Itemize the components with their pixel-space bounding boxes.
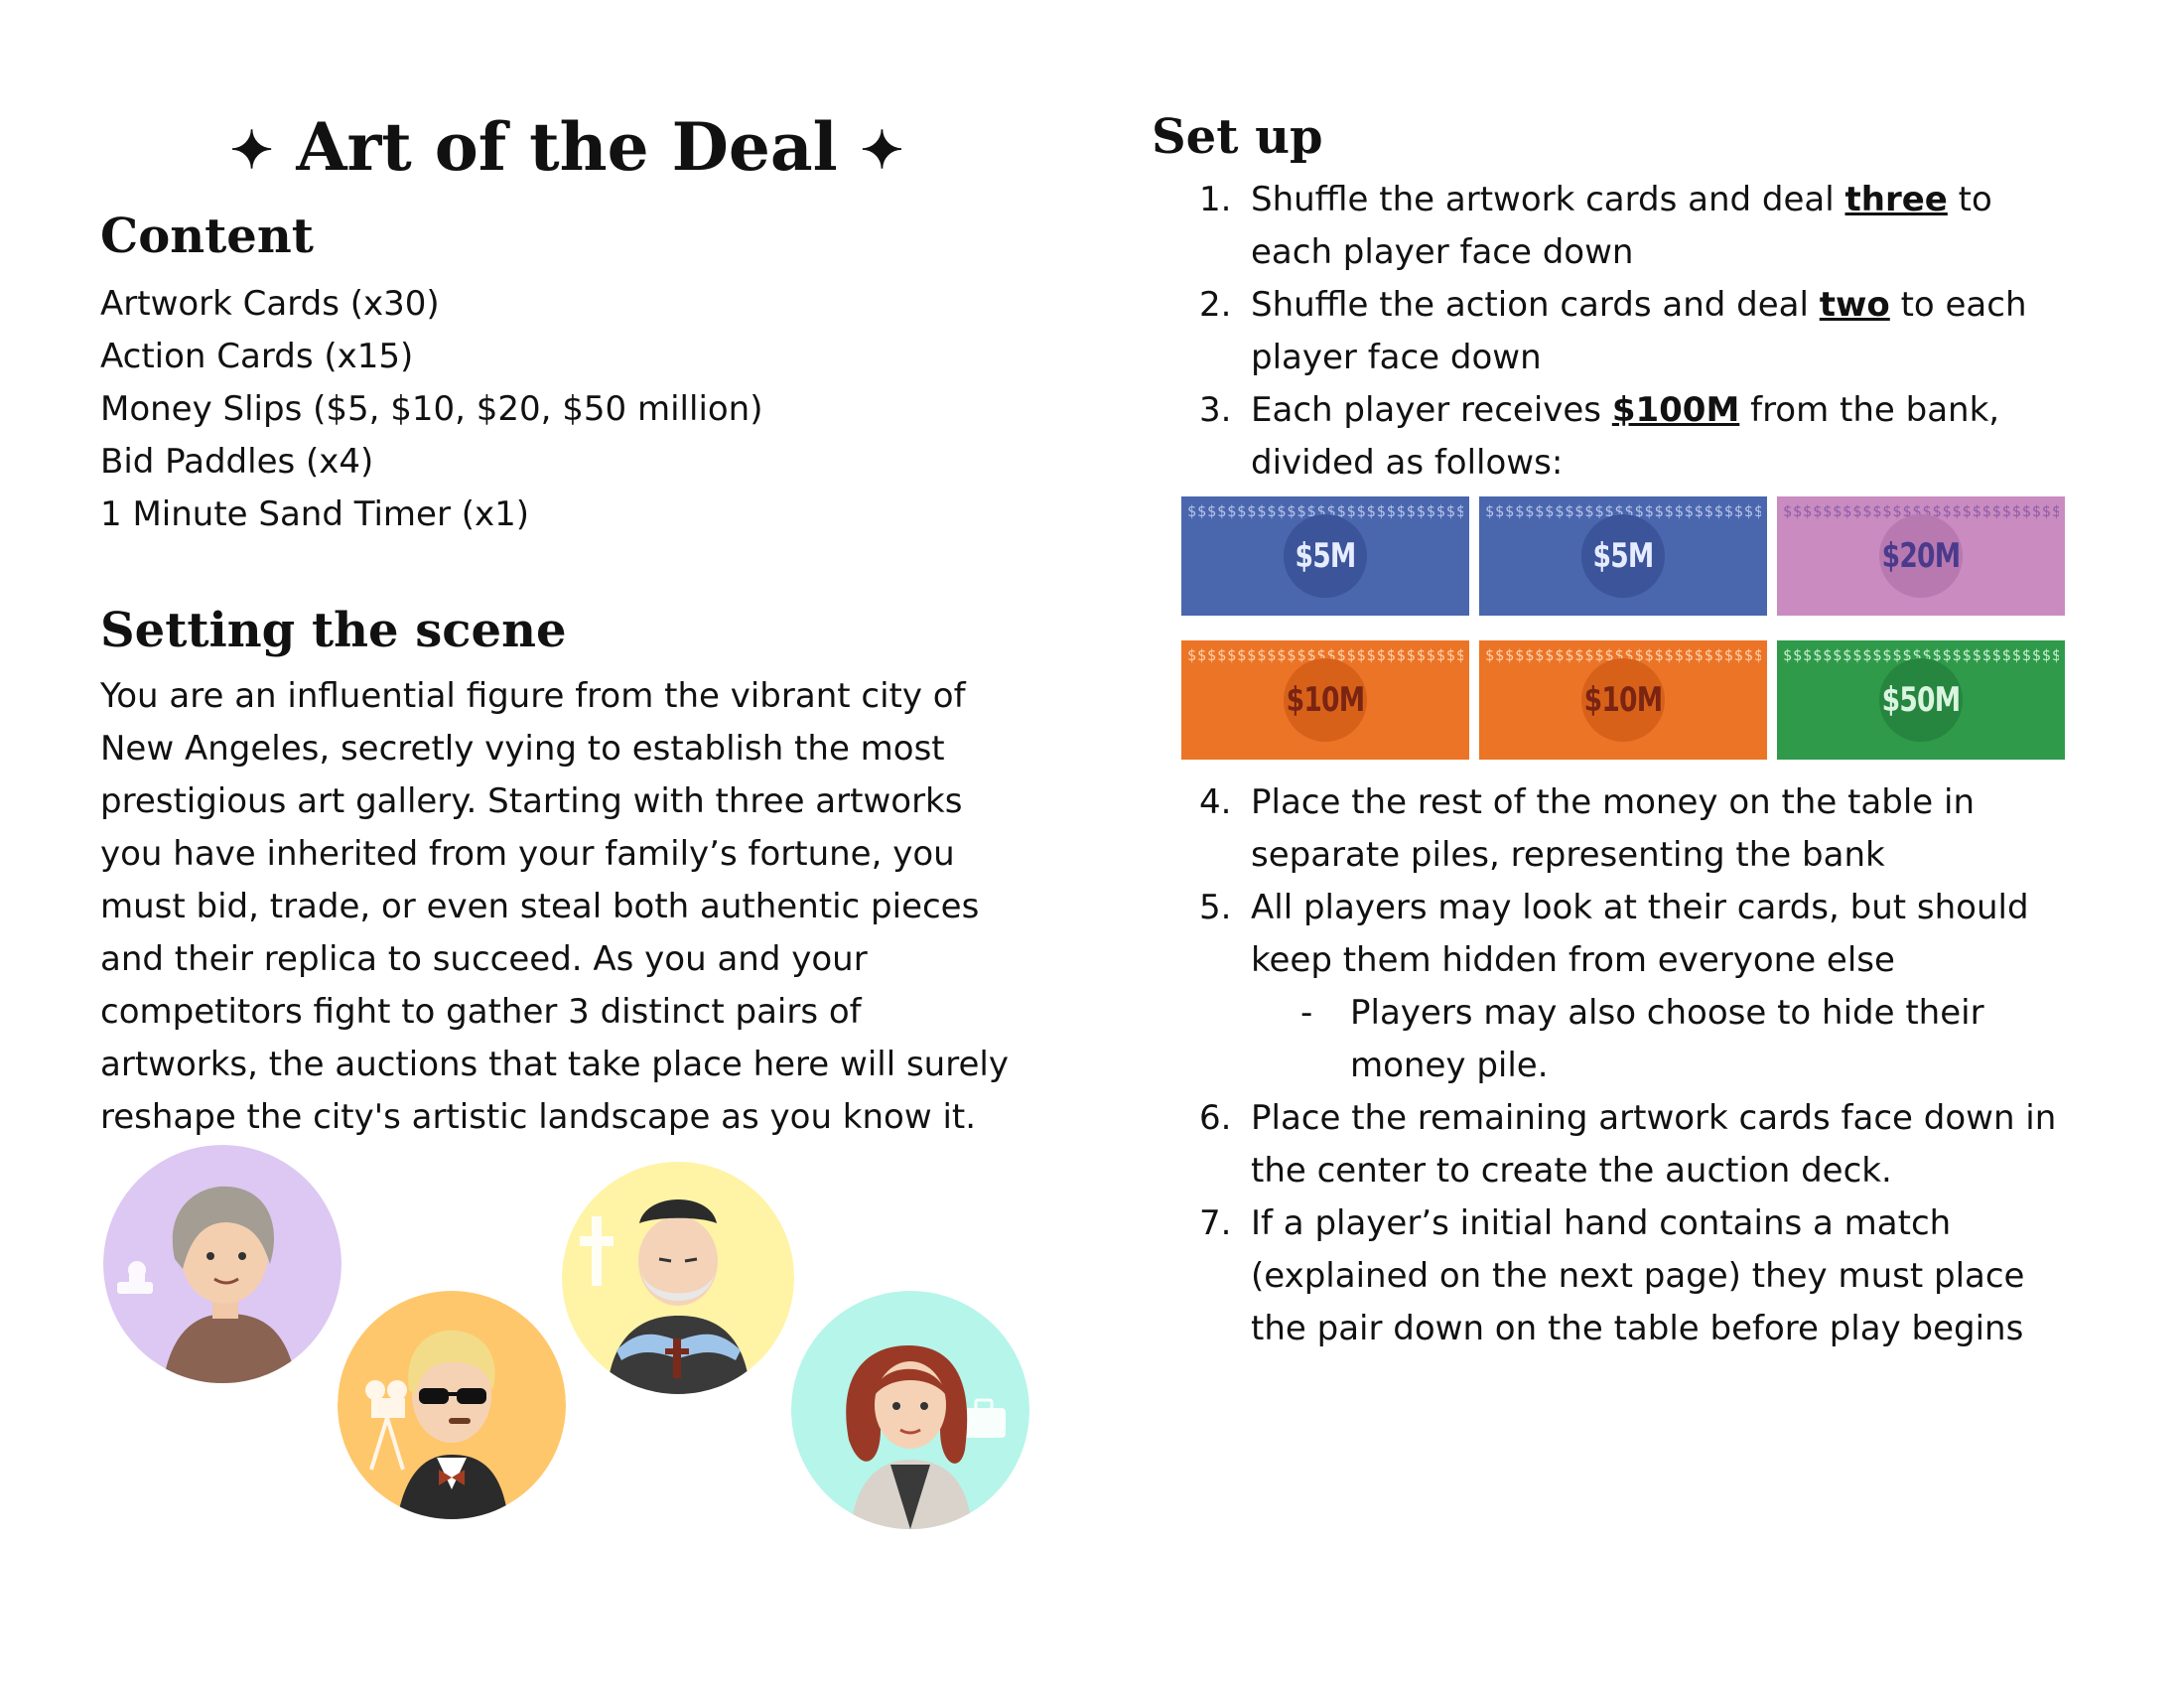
- scene-line: artworks, the auctions that take place h…: [100, 1045, 1009, 1084]
- money-slip: $$$$$$$$$$$$$$$$$$$$$$$$$$$$$$$$$$$$$$$$…: [1181, 496, 1469, 616]
- priest-icon: [562, 1162, 794, 1394]
- title-text: Art of the Deal: [296, 108, 838, 186]
- money-amount: $5M: [1592, 536, 1655, 576]
- scene-line: and their replica to succeed. As you and…: [100, 939, 868, 979]
- priest-avatar: [562, 1162, 794, 1394]
- step-text: keep them hidden from everyone else: [1251, 940, 1895, 980]
- step-number: 7.: [1199, 1203, 1232, 1243]
- star-icon: ✦: [860, 120, 904, 181]
- page-title: ✦ Art of the Deal ✦: [100, 107, 1033, 191]
- step-text: to each: [1889, 285, 2027, 325]
- setup-substep: - Players may also choose to hide their …: [1152, 987, 2154, 1092]
- content-item: Money Slips ($5, $10, $20, $50 million): [100, 389, 763, 429]
- step-number: 1.: [1199, 180, 1232, 219]
- elderly-woman-icon: [103, 1145, 341, 1383]
- step-text: the center to create the auction deck.: [1251, 1151, 1892, 1191]
- step-text: Each player receives: [1251, 390, 1612, 430]
- money-amount: $10M: [1286, 680, 1365, 720]
- content-item: Artwork Cards (x30): [100, 284, 440, 324]
- step-text: money pile.: [1350, 1046, 1549, 1085]
- content-heading: Content: [100, 209, 314, 264]
- step-number: 3.: [1199, 390, 1232, 430]
- setup-step: 4. Place the rest of the money on the ta…: [1152, 776, 2154, 882]
- step-text: to: [1947, 180, 1992, 219]
- setup-step: 1. Shuffle the artwork cards and deal th…: [1152, 174, 2154, 279]
- step-text: Shuffle the artwork cards and deal: [1251, 180, 1845, 219]
- film-director-icon: [338, 1291, 566, 1519]
- step-text: Place the remaining artwork cards face d…: [1251, 1098, 2057, 1138]
- setup-step: 7. If a player’s initial hand contains a…: [1152, 1197, 2154, 1355]
- step-text: separate piles, representing the bank: [1251, 835, 1885, 875]
- businesswoman-icon: [791, 1291, 1029, 1529]
- dash-bullet: -: [1300, 993, 1313, 1033]
- scene-line: reshape the city's artistic landscape as…: [100, 1097, 977, 1137]
- scene-paragraph: You are an influential figure from the v…: [100, 670, 1103, 1144]
- setup-heading: Set up: [1152, 109, 1323, 165]
- money-amount: $5M: [1295, 536, 1357, 576]
- step-number: 4.: [1199, 782, 1232, 822]
- elderly-woman-avatar: [103, 1145, 341, 1383]
- step-text: Players may also choose to hide their: [1350, 993, 1984, 1033]
- setup-steps-continued: 4. Place the rest of the money on the ta…: [1152, 776, 2154, 1355]
- step-text: (explained on the next page) they must p…: [1251, 1256, 2025, 1296]
- content-item: Action Cards (x15): [100, 337, 414, 376]
- step-number: 5.: [1199, 888, 1232, 927]
- money-slip: $$$$$$$$$$$$$$$$$$$$$$$$$$$$$$$$$$$$$$$$…: [1777, 640, 2065, 760]
- content-list: Artwork Cards (x30) Action Cards (x15) M…: [100, 278, 763, 541]
- money-amount: $50M: [1881, 680, 1961, 720]
- step-text: Place the rest of the money on the table…: [1251, 782, 1975, 822]
- step-text: the pair down on the table before play b…: [1251, 1309, 2024, 1348]
- scene-line: prestigious art gallery. Starting with t…: [100, 781, 963, 821]
- setup-step: 3. Each player receives $100M from the b…: [1152, 384, 2154, 490]
- money-slip: $$$$$$$$$$$$$$$$$$$$$$$$$$$$$$$$$$$$$$$$…: [1479, 640, 1767, 760]
- step-text: All players may look at their cards, but…: [1251, 888, 2029, 927]
- scene-line: You are an influential figure from the v…: [100, 676, 966, 716]
- step-number: 2.: [1199, 285, 1232, 325]
- money-slip: $$$$$$$$$$$$$$$$$$$$$$$$$$$$$$$$$$$$$$$$…: [1777, 496, 2065, 616]
- money-slip: $$$$$$$$$$$$$$$$$$$$$$$$$$$$$$$$$$$$$$$$…: [1181, 640, 1469, 760]
- step-text: Shuffle the action cards and deal: [1251, 285, 1820, 325]
- step-text: each player face down: [1251, 232, 1634, 272]
- content-item: Bid Paddles (x4): [100, 442, 374, 482]
- step-emphasis: two: [1819, 285, 1890, 325]
- businesswoman-avatar: [791, 1291, 1029, 1529]
- scene-line: must bid, trade, or even steal both auth…: [100, 887, 980, 926]
- step-emphasis: three: [1844, 180, 1948, 219]
- scene-line: competitors fight to gather 3 distinct p…: [100, 992, 862, 1032]
- step-text: from the bank,: [1739, 390, 2000, 430]
- setup-step: 2. Shuffle the action cards and deal two…: [1152, 279, 2154, 384]
- money-amount: $20M: [1881, 536, 1961, 576]
- setup-steps: 1. Shuffle the artwork cards and deal th…: [1152, 174, 2154, 490]
- setup-step: 6. Place the remaining artwork cards fac…: [1152, 1092, 2154, 1197]
- step-text: divided as follows:: [1251, 443, 1564, 483]
- money-amount: $10M: [1583, 680, 1663, 720]
- money-slips: $$$$$$$$$$$$$$$$$$$$$$$$$$$$$$$$$$$$$$$$…: [1181, 496, 2065, 765]
- step-text: player face down: [1251, 338, 1542, 377]
- scene-line: New Angeles, secretly vying to establish…: [100, 729, 945, 769]
- film-director-avatar: [338, 1291, 566, 1519]
- step-text: If a player’s initial hand contains a ma…: [1251, 1203, 1952, 1243]
- content-item: 1 Minute Sand Timer (x1): [100, 494, 530, 534]
- scene-heading: Setting the scene: [100, 603, 567, 658]
- step-emphasis: $100M: [1611, 390, 1740, 430]
- setup-step: 5. All players may look at their cards, …: [1152, 882, 2154, 987]
- money-slip: $$$$$$$$$$$$$$$$$$$$$$$$$$$$$$$$$$$$$$$$…: [1479, 496, 1767, 616]
- scene-line: you have inherited from your family’s fo…: [100, 834, 955, 874]
- star-icon: ✦: [229, 120, 274, 181]
- step-number: 6.: [1199, 1098, 1232, 1138]
